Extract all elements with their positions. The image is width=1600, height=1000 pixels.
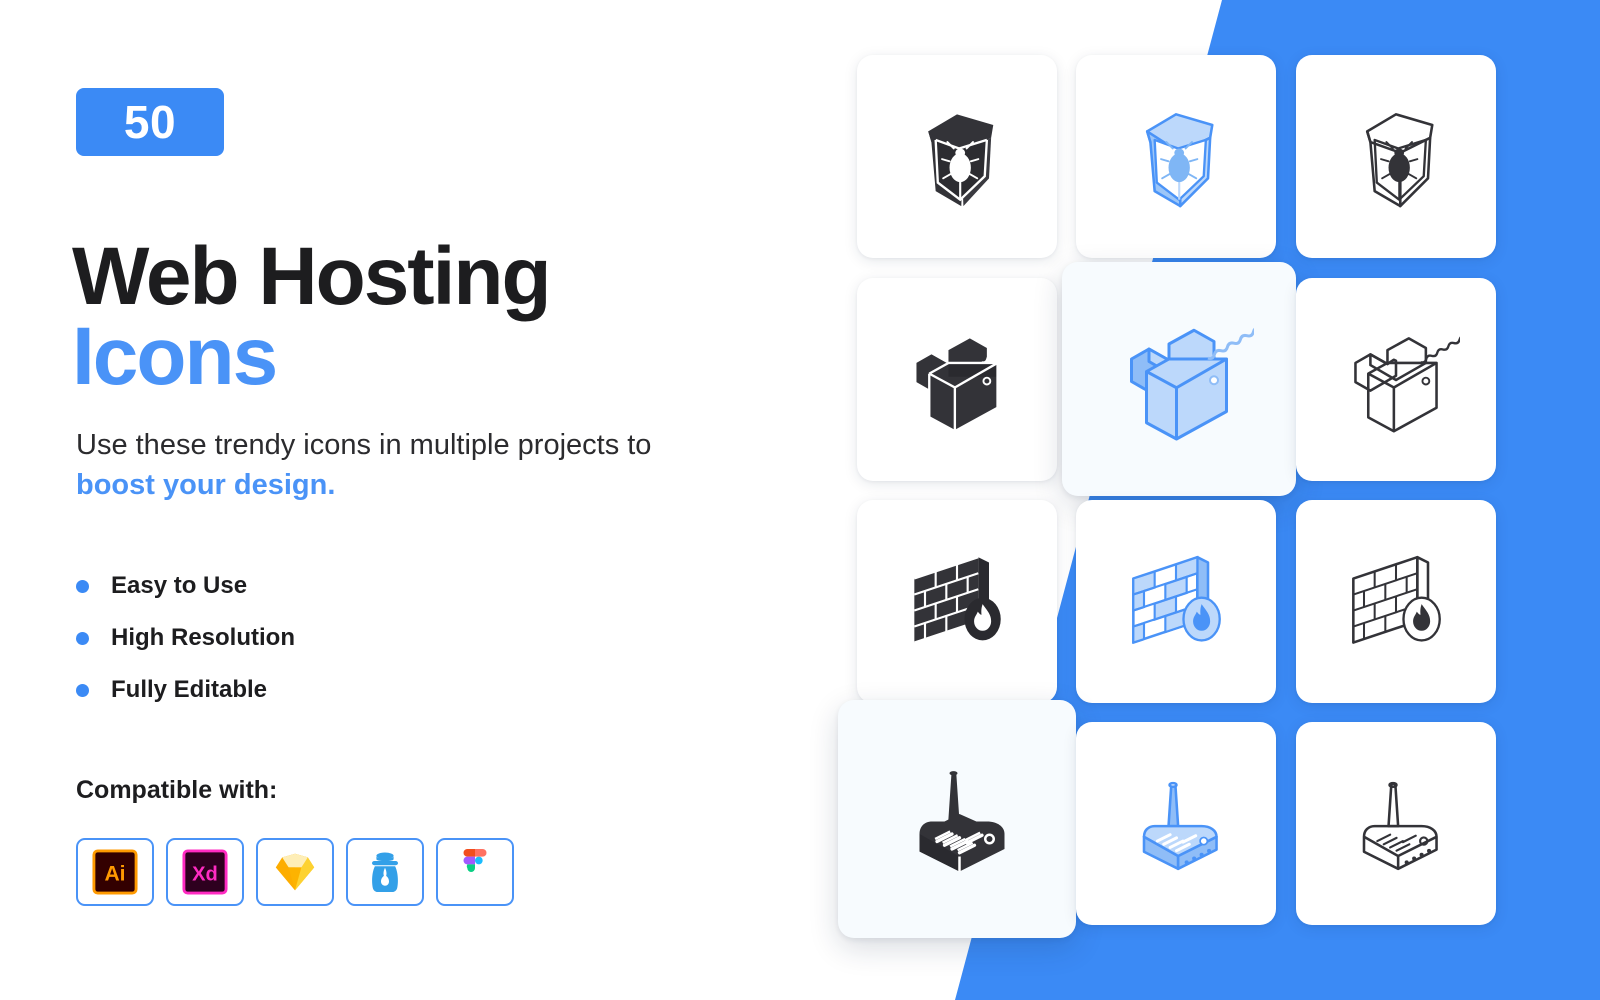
icon-showcase-grid [0, 0, 1600, 1000]
icon-card-wifi-router-outline[interactable] [1296, 722, 1496, 925]
wifi-router-icon [1362, 781, 1438, 870]
icon-card-firewall-solid[interactable] [857, 500, 1057, 703]
firewall-icon [913, 555, 1001, 644]
icon-card-wifi-router-solid[interactable] [838, 700, 1076, 938]
icon-card-shield-bug-outline[interactable] [1296, 55, 1496, 258]
icon-card-firewall-blue[interactable] [1076, 500, 1276, 703]
zip-folder-icon [1130, 326, 1254, 441]
icon-card-firewall-outline[interactable] [1296, 500, 1496, 703]
wifi-router-icon [1142, 781, 1218, 870]
zip-folder-icon [1354, 334, 1460, 432]
icon-card-shield-bug-blue[interactable] [1076, 55, 1276, 258]
poster-canvas: 50 Web Hosting Icons Use these trendy ic… [0, 0, 1600, 1000]
icon-card-zip-folder-blue[interactable] [1062, 262, 1296, 496]
icon-card-shield-bug-solid[interactable] [857, 55, 1057, 258]
icon-card-zip-folder-solid[interactable] [857, 278, 1057, 481]
shield-bug-icon [1365, 112, 1434, 207]
firewall-icon [1132, 555, 1221, 644]
icon-card-zip-folder-outline[interactable] [1296, 278, 1496, 481]
icon-card-wifi-router-blue[interactable] [1076, 722, 1276, 925]
zip-folder-icon [916, 334, 1021, 433]
shield-bug-icon [1145, 112, 1214, 207]
wifi-router-icon [919, 771, 1005, 872]
firewall-icon [1352, 555, 1441, 644]
shield-bug-icon [928, 113, 994, 206]
